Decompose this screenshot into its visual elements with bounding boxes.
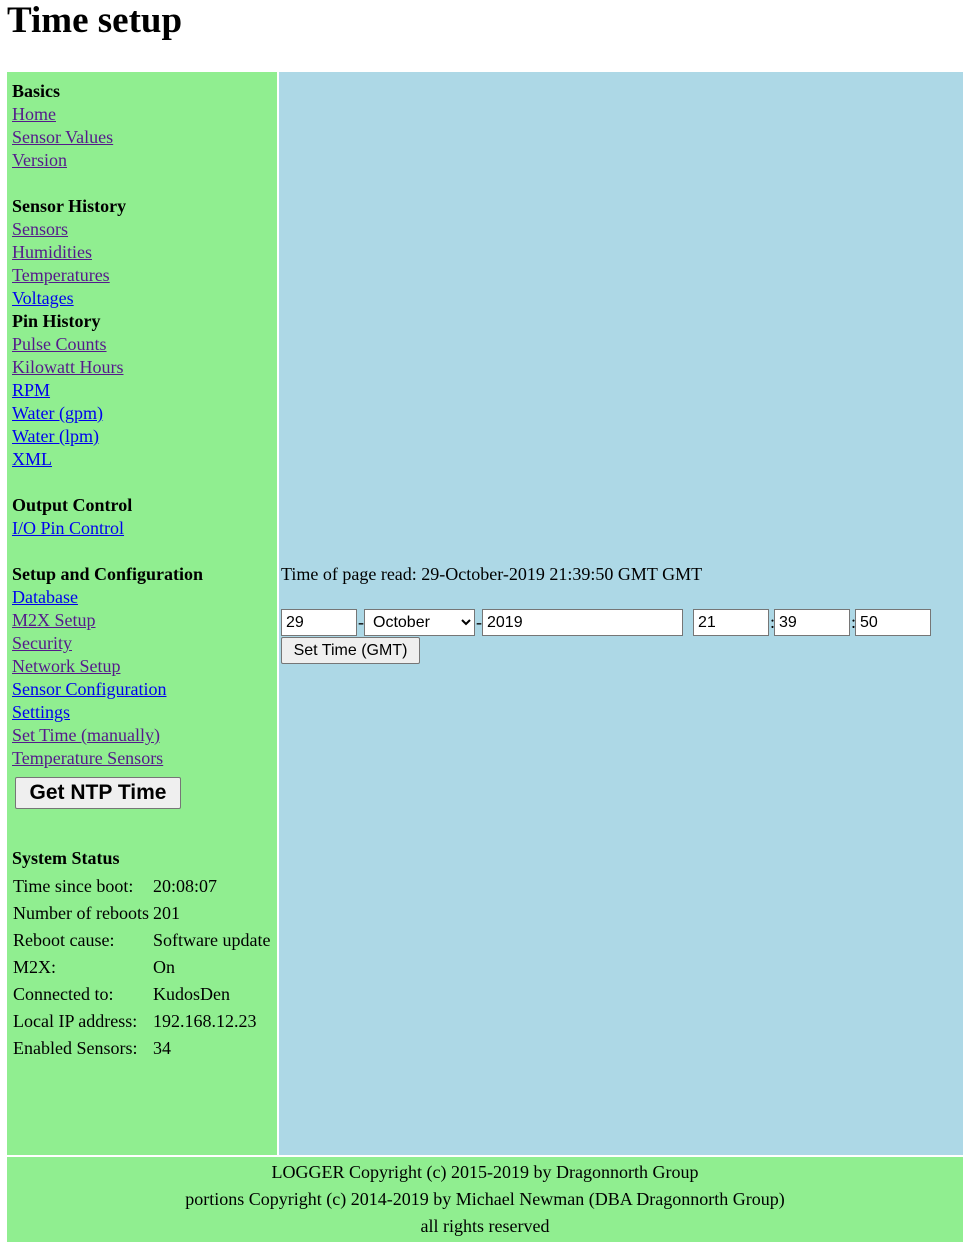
nav-header-sensor-history: Sensor History: [12, 196, 127, 216]
footer-copyright: LOGGER Copyright (c) 2015-2019 by Dragon…: [271, 1162, 699, 1182]
status-label: M2X:: [13, 957, 57, 977]
nav-header-setup: Setup and Configuration: [12, 564, 204, 584]
nav-link-database[interactable]: Database: [12, 586, 274, 609]
status-row: Number of reboots 201: [12, 901, 271, 926]
get-ntp-time-button[interactable]: Get NTP Time: [15, 777, 181, 809]
nav-link-voltages[interactable]: Voltages: [12, 287, 274, 310]
month-select[interactable]: October: [364, 609, 475, 636]
sidebar-nav: Basics Home Sensor Values Version Sensor…: [12, 80, 274, 770]
status-value: 201: [153, 903, 180, 923]
footer-portions-copyright: portions Copyright (c) 2014-2019 by Mich…: [185, 1189, 785, 1209]
nav-link-water-lpm[interactable]: Water (lpm): [12, 425, 274, 448]
nav-header-pin-history: Pin History: [12, 311, 101, 331]
footer: LOGGER Copyright (c) 2015-2019 by Dragon…: [7, 1157, 963, 1242]
nav-link-pulse-counts[interactable]: Pulse Counts: [12, 333, 274, 356]
minute-input[interactable]: [774, 609, 850, 636]
status-label: Enabled Sensors:: [13, 1038, 138, 1058]
nav-link-humidities[interactable]: Humidities: [12, 241, 274, 264]
page-read-time: Time of page read: 29-October-2019 21:39…: [281, 564, 703, 584]
nav-link-water-gpm[interactable]: Water (gpm): [12, 402, 274, 425]
status-row: Enabled Sensors: 34: [12, 1036, 271, 1061]
nav-link-temperatures[interactable]: Temperatures: [12, 264, 274, 287]
nav-link-network-setup[interactable]: Network Setup: [12, 655, 274, 678]
hour-input[interactable]: [693, 609, 769, 636]
nav-link-xml[interactable]: XML: [12, 448, 274, 471]
nav-link-sensors[interactable]: Sensors: [12, 218, 274, 241]
nav-link-settings[interactable]: Settings: [12, 701, 274, 724]
year-input[interactable]: [482, 609, 683, 636]
day-input[interactable]: [281, 609, 357, 636]
status-label: Local IP address:: [13, 1011, 138, 1031]
status-value: Software update: [153, 930, 271, 950]
status-label: Connected to:: [13, 984, 114, 1004]
nav-link-sensor-values[interactable]: Sensor Values: [12, 126, 274, 149]
nav-link-sensor-configuration[interactable]: Sensor Configuration: [12, 678, 274, 701]
nav-link-home[interactable]: Home: [12, 103, 274, 126]
status-value: 34: [153, 1038, 171, 1058]
nav-link-security[interactable]: Security: [12, 632, 274, 655]
status-label: Number of reboots: [13, 903, 149, 923]
nav-link-temperature-sensors[interactable]: Temperature Sensors: [12, 747, 274, 770]
footer-rights: all rights reserved: [420, 1216, 550, 1236]
page-title: Time setup: [7, 0, 183, 41]
status-value: On: [153, 957, 175, 977]
main-layout: Basics Home Sensor Values Version Sensor…: [7, 72, 963, 1155]
status-value: KudosDen: [153, 984, 230, 1004]
status-label: Time since boot:: [13, 876, 134, 896]
status-row: Connected to: KudosDen: [12, 982, 271, 1007]
status-row: Time since boot: 20:08:07: [12, 874, 271, 899]
system-status-title: System Status: [12, 848, 120, 868]
status-row: Local IP address: 192.168.12.23: [12, 1009, 271, 1034]
status-label: Reboot cause:: [13, 930, 115, 950]
set-time-button[interactable]: Set Time (GMT): [281, 637, 420, 664]
nav-link-version[interactable]: Version: [12, 149, 274, 172]
nav-header-basics: Basics: [12, 81, 61, 101]
status-row: M2X: On: [12, 955, 271, 980]
main-content: Time of page read: 29-October-2019 21:39…: [279, 72, 963, 1155]
nav-link-rpm[interactable]: RPM: [12, 379, 274, 402]
status-value: 192.168.12.23: [153, 1011, 257, 1031]
status-value: 20:08:07: [153, 876, 218, 896]
sidebar: Basics Home Sensor Values Version Sensor…: [7, 72, 277, 1155]
nav-link-set-time-manually[interactable]: Set Time (manually): [12, 724, 274, 747]
second-input[interactable]: [855, 609, 931, 636]
nav-header-output-control: Output Control: [12, 495, 133, 515]
nav-link-io-pin-control[interactable]: I/O Pin Control: [12, 517, 274, 540]
nav-link-kilowatt-hours[interactable]: Kilowatt Hours: [12, 356, 274, 379]
status-row: Reboot cause: Software update: [12, 928, 271, 953]
nav-link-m2x-setup[interactable]: M2X Setup: [12, 609, 274, 632]
system-status-table: Time since boot: 20:08:07 Number of rebo…: [10, 872, 273, 1063]
